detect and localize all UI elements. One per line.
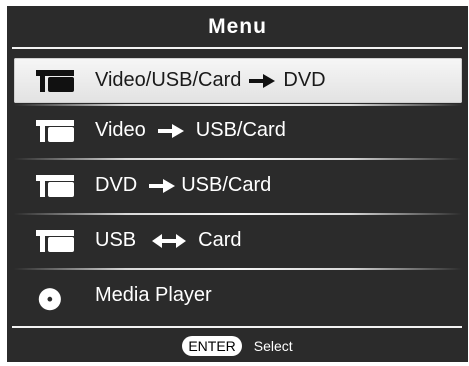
right-arrow-icon xyxy=(249,73,276,88)
menu-divider xyxy=(14,158,462,160)
double-arrow-icon xyxy=(152,233,187,248)
menu-divider xyxy=(14,213,462,215)
menu-screen: Menu Video/USB/Card DVD Video USB/Card D… xyxy=(0,0,469,366)
menu-item-label: USB Card xyxy=(95,229,242,251)
tv-stand-icon xyxy=(36,230,74,252)
footer-action-label: Select xyxy=(253,337,293,354)
menu-item-media-player[interactable]: Media Player xyxy=(14,273,462,318)
tv-stand-icon xyxy=(36,120,74,142)
footer-hint: ENTER Select xyxy=(7,329,468,362)
menu-divider xyxy=(14,104,462,106)
menu-item-label: Video/USB/Card DVD xyxy=(95,69,326,91)
menu-title: Menu xyxy=(7,6,468,48)
right-arrow-icon xyxy=(149,178,176,193)
menu-item-usb-card-copy[interactable]: USB Card xyxy=(14,218,462,263)
menu-item-video-usb-card-to-dvd[interactable]: Video/USB/Card DVD xyxy=(14,58,462,103)
title-divider xyxy=(12,47,462,49)
right-arrow-icon xyxy=(157,123,184,138)
enter-key-badge: ENTER xyxy=(182,335,242,356)
menu-item-video-to-usb-card[interactable]: Video USB/Card xyxy=(14,108,462,153)
menu-title-text: Menu xyxy=(208,15,267,38)
tv-stand-icon xyxy=(36,70,74,92)
menu-divider xyxy=(14,268,462,270)
tv-stand-icon xyxy=(36,175,74,197)
menu-item-label: DVD USB/Card xyxy=(95,174,272,196)
menu-item-dvd-to-usb-card[interactable]: DVD USB/Card xyxy=(14,163,462,208)
footer-divider xyxy=(12,326,462,328)
menu-item-label: Video USB/Card xyxy=(95,119,286,141)
disc-icon xyxy=(38,288,61,311)
menu-item-label: Media Player xyxy=(95,284,212,306)
